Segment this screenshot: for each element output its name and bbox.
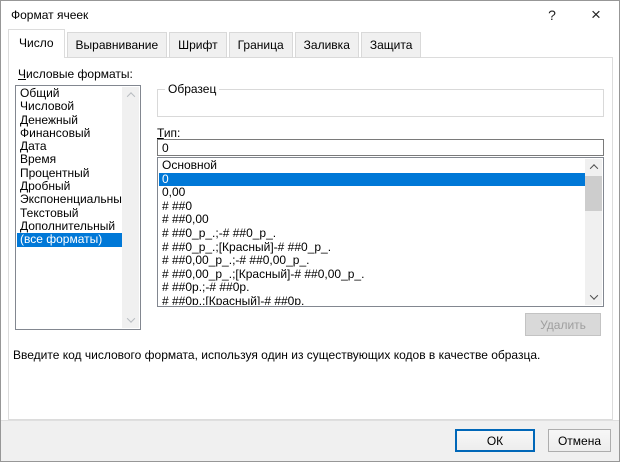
format-category-item[interactable]: Процентный [17,167,122,180]
format-code-item[interactable]: # ##0р.;-# ##0р. [159,281,585,295]
ok-button[interactable]: ОК [455,429,535,452]
scroll-down-icon[interactable] [585,289,602,305]
format-category-item[interactable]: Дополнительный [17,220,122,233]
footer: ОК Отмена [1,420,619,461]
format-code-item[interactable]: 0,00 [159,186,585,200]
dialog-title: Формат ячеек [11,8,88,22]
tab-border[interactable]: Граница [229,32,293,58]
format-code-item[interactable]: # ##0р.;[Красный]-# ##0р. [159,295,585,305]
tab-strip: ЧислоВыравниваниеШрифтГраницаЗаливкаЗащи… [8,31,423,58]
format-category-item[interactable]: Дробный [17,180,122,193]
tab-fill[interactable]: Заливка [295,32,359,58]
format-category-item[interactable]: Дата [17,140,122,153]
scroll-up-icon[interactable] [585,159,602,175]
format-code-item[interactable]: Основной [159,159,585,173]
help-icon[interactable]: ? [537,1,567,29]
format-code-item[interactable]: 0 [159,173,585,187]
sample-groupbox: Образец [157,89,604,117]
tab-font[interactable]: Шрифт [169,32,226,58]
format-category-item[interactable]: Числовой [17,100,122,113]
format-category-item[interactable]: Финансовый [17,127,122,140]
sample-legend: Образец [165,82,219,96]
scroll-up-icon[interactable] [122,87,139,103]
format-category-item[interactable]: Текстовый [17,207,122,220]
tab-protection[interactable]: Защита [361,32,422,58]
hint-text: Введите код числового формата, используя… [13,348,606,362]
format-code-item[interactable]: # ##0_р_.;-# ##0_р_. [159,227,585,241]
format-category-item[interactable]: Денежный [17,114,122,127]
type-input[interactable] [157,139,604,156]
tab-alignment[interactable]: Выравнивание [67,32,168,58]
number-tab-page: Числовые форматы: ОбщийЧисловойДенежныйФ… [8,57,613,420]
tab-number[interactable]: Число [8,29,65,58]
format-cells-dialog: Формат ячеек ? × ЧислоВыравниваниеШрифтГ… [0,0,620,462]
cancel-button[interactable]: Отмена [548,429,611,452]
delete-button[interactable]: Удалить [525,313,601,336]
format-category-item[interactable]: Экспоненциальный [17,193,122,206]
category-list-scrollbar[interactable] [122,87,139,328]
scroll-down-icon[interactable] [122,312,139,328]
number-format-category-list[interactable]: ОбщийЧисловойДенежныйФинансовыйДатаВремя… [15,85,141,330]
format-category-item[interactable]: Время [17,153,122,166]
format-category-item[interactable]: Общий [17,87,122,100]
title-bar: Формат ячеек ? × [1,1,619,30]
format-code-item[interactable]: # ##0,00_р_.;[Красный]-# ##0,00_р_. [159,268,585,282]
close-icon[interactable]: × [581,1,611,29]
format-code-item[interactable]: # ##0 [159,200,585,214]
code-list-scrollbar[interactable] [585,159,602,305]
format-category-item[interactable]: (все форматы) [17,233,122,246]
number-formats-label: Числовые форматы: [18,67,133,81]
format-code-list[interactable]: Основной00,00# ##0# ##0,00# ##0_р_.;-# #… [157,157,604,307]
format-code-item[interactable]: # ##0_р_.;[Красный]-# ##0_р_. [159,241,585,255]
scrollbar-thumb[interactable] [585,176,602,211]
format-code-item[interactable]: # ##0,00_р_.;-# ##0,00_р_. [159,254,585,268]
format-code-item[interactable]: # ##0,00 [159,213,585,227]
type-label: Тип: [157,126,180,140]
